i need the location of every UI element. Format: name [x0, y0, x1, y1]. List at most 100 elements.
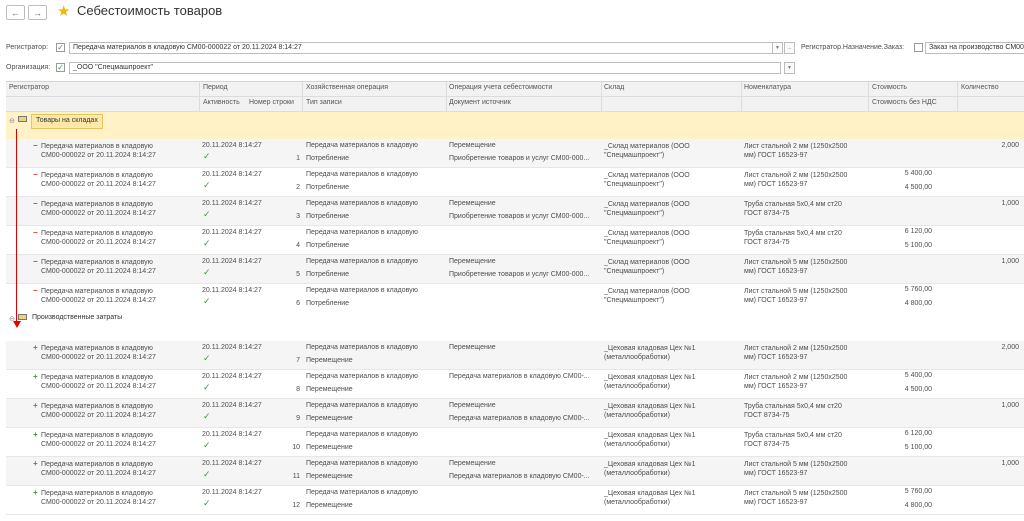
cell-record-type: Потребление	[306, 300, 350, 307]
cell-nomenclature-line2: мм) ГОСТ 16523-97	[744, 268, 808, 275]
cell-business-op: Передача материалов в кладовую	[306, 171, 418, 178]
col-period[interactable]: Период	[203, 84, 228, 91]
registrator-filter-input[interactable]: Передача материалов в кладовую СМ00-0000…	[69, 42, 781, 54]
cell-record-type: Потребление	[306, 242, 350, 249]
table-row[interactable]: + Передача материалов в кладовую СМ00-0000…	[6, 341, 1024, 370]
cell-nomenclature-line2: мм) ГОСТ 16523-97	[744, 383, 808, 390]
cell-registrator-line2: СМ00-000022 от 20.11.2024 8:14:27	[41, 499, 156, 506]
registrator-dropdown-button[interactable]: ▼	[772, 42, 783, 54]
cell-warehouse-line1: _Склад материалов (ООО	[604, 259, 690, 266]
cell-period: 20.11.2024 8:14:27	[202, 258, 262, 265]
cell-business-op: Передача материалов в кладовую	[306, 489, 418, 496]
org-filter-checkbox[interactable]: ✓	[56, 63, 65, 72]
cell-warehouse-line1: _Склад материалов (ООО	[604, 172, 690, 179]
table-row[interactable]: − Передача материалов в кладовую СМ00-0000…	[6, 226, 1024, 255]
forward-button[interactable]: →	[28, 5, 47, 20]
col-registrator[interactable]: Регистратор	[9, 84, 49, 91]
cell-nomenclature-line1: Труба стальная 5х0,4 мм ст20	[744, 230, 842, 237]
col-activity[interactable]: Активность	[203, 99, 240, 106]
cell-record-type: Перемещение	[306, 473, 353, 480]
annotation-arrow-line	[16, 129, 17, 325]
cell-warehouse-line2: "Спецмашпроект")	[604, 297, 665, 304]
column-divider	[199, 82, 200, 112]
table-row[interactable]: + Передача материалов в кладовую СМ00-0000…	[6, 399, 1024, 428]
cell-warehouse-line2: (металлообработки)	[604, 470, 670, 477]
column-divider	[601, 82, 602, 112]
cell-source-doc: Передача материалов в кладовую СМ00-...	[449, 415, 590, 422]
table-row[interactable]: − Передача материалов в кладовую СМ00-0000…	[6, 139, 1024, 168]
group-row[interactable]: ⊖ Производственные затраты	[6, 310, 1024, 341]
cell-business-op: Передача материалов в кладовую	[306, 460, 418, 467]
table-row[interactable]: + Передача материалов в кладовую СМ00-0000…	[6, 457, 1024, 486]
table-row[interactable]: + Передача материалов в кладовую СМ00-0000…	[6, 428, 1024, 457]
cell-warehouse-line1: _Цеховая кладовая Цех №1	[604, 490, 696, 497]
col-record-type[interactable]: Тип записи	[306, 99, 342, 106]
collapse-icon[interactable]: ⊖	[9, 117, 15, 125]
table-row[interactable]: + Передача материалов в кладовую СМ00-0000…	[6, 486, 1024, 515]
cell-registrator-line2: СМ00-000022 от 20.11.2024 8:14:27	[41, 297, 156, 304]
cell-period: 20.11.2024 8:14:27	[202, 373, 262, 380]
star-icon[interactable]: ★	[57, 2, 70, 20]
col-nomenclature[interactable]: Номенклатура	[744, 84, 791, 91]
registrator-filter-checkbox[interactable]: ✓	[56, 43, 65, 52]
col-line-number[interactable]: Номер строки	[249, 99, 294, 106]
cell-warehouse-line1: _Цеховая кладовая Цех №1	[604, 374, 696, 381]
cell-line-number: 2	[296, 184, 300, 191]
col-business-op[interactable]: Хозяйственная операция	[306, 84, 388, 91]
group-row[interactable]: ⊖ Товары на складах	[6, 112, 1024, 139]
cell-line-number: 3	[296, 213, 300, 220]
cell-nomenclature-line2: мм) ГОСТ 16523-97	[744, 470, 808, 477]
cell-nomenclature-line2: мм) ГОСТ 16523-97	[744, 354, 808, 361]
cell-line-number: 9	[296, 415, 300, 422]
registrator-select-button[interactable]: ...	[784, 42, 795, 54]
cell-registrator-line1: Передача материалов в кладовую	[41, 461, 153, 468]
expense-icon: −	[33, 199, 38, 208]
cell-warehouse-line1: _Цеховая кладовая Цех №1	[604, 403, 696, 410]
cell-quantity: 1,000	[1001, 258, 1019, 265]
cell-warehouse-line2: (металлообработки)	[604, 354, 670, 361]
cell-line-number: 8	[296, 386, 300, 393]
cell-nomenclature-line1: Труба стальная 5х0,4 мм ст20	[744, 403, 842, 410]
checkmark-icon: ✓	[203, 498, 211, 508]
cell-registrator-line2: СМ00-000022 от 20.11.2024 8:14:27	[41, 441, 156, 448]
table-row[interactable]: − Передача материалов в кладовую СМ00-0000…	[6, 197, 1024, 226]
cell-cost-no-vat: 5 100,00	[904, 242, 932, 249]
table-row[interactable]: + Передача материалов в кладовую СМ00-0000…	[6, 370, 1024, 399]
cell-warehouse-line1: _Цеховая кладовая Цех №1	[604, 345, 696, 352]
org-filter-input[interactable]: _ООО "Спецмашпроект"	[69, 62, 781, 74]
col-cost-no-vat[interactable]: Стоимость без НДС	[872, 99, 937, 106]
table-row[interactable]: − Передача материалов в кладовую СМ00-0000…	[6, 255, 1024, 284]
cell-registrator-line1: Передача материалов в кладовую	[41, 230, 153, 237]
cell-cost-no-vat: 5 100,00	[904, 444, 932, 451]
cell-cost: 5 400,00	[904, 372, 932, 379]
dest-filter-checkbox[interactable]	[914, 43, 923, 52]
chevron-down-icon: ▼	[775, 45, 780, 51]
col-cost-op[interactable]: Операция учета себестоимости	[449, 84, 552, 91]
cell-nomenclature-line2: мм) ГОСТ 16523-97	[744, 297, 808, 304]
cell-warehouse-line1: _Склад материалов (ООО	[604, 230, 690, 237]
checkmark-icon: ✓	[203, 267, 211, 277]
col-cost[interactable]: Стоимость	[872, 84, 907, 91]
table-row[interactable]: − Передача материалов в кладовую СМ00-0000…	[6, 284, 1024, 313]
cell-warehouse-line2: (металлообработки)	[604, 412, 670, 419]
cell-cost-no-vat: 4 800,00	[904, 502, 932, 509]
cell-quantity: 2,000	[1001, 142, 1019, 149]
column-divider	[741, 82, 742, 112]
cell-warehouse-line1: _Склад материалов (ООО	[604, 201, 690, 208]
column-divider	[446, 82, 447, 112]
cell-registrator-line1: Передача материалов в кладовую	[41, 259, 153, 266]
back-button[interactable]: ←	[6, 5, 25, 20]
col-source-doc[interactable]: Документ источник	[449, 99, 511, 106]
dest-filter-label: Регистратор.Назначение.Заказ:	[801, 44, 905, 51]
cell-quantity: 1,000	[1001, 402, 1019, 409]
col-quantity[interactable]: Количество	[961, 84, 999, 91]
cell-cost-op: Перемещение	[449, 200, 496, 207]
column-divider	[868, 82, 869, 112]
org-dropdown-button[interactable]: ▼	[784, 62, 795, 74]
table-row[interactable]: − Передача материалов в кладовую СМ00-0000…	[6, 168, 1024, 197]
col-warehouse[interactable]: Склад	[604, 84, 624, 91]
cell-business-op: Передача материалов в кладовую	[306, 431, 418, 438]
dest-filter-input[interactable]: Заказ на производство СМ00	[925, 42, 1024, 54]
cell-cost-op: Перемещение	[449, 402, 496, 409]
cell-record-type: Потребление	[306, 213, 350, 220]
